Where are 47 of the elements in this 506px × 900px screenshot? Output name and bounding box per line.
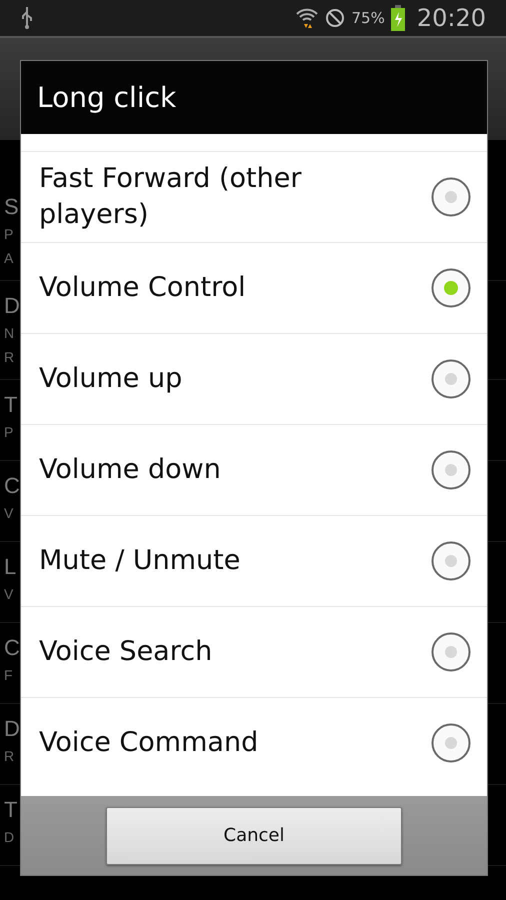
radio-button[interactable]	[431, 632, 471, 672]
option-label: Volume down	[39, 453, 221, 487]
battery-icon	[390, 5, 405, 31]
battery-percent: 75%	[351, 9, 385, 27]
option-label: Mute / Unmute	[39, 544, 240, 578]
list-item-summary: V	[4, 585, 14, 604]
list-item-title: T	[4, 796, 18, 824]
list-item-title: D	[4, 292, 20, 320]
list-item-summary: A	[4, 249, 14, 268]
list-item-title: L	[4, 553, 16, 581]
option-label: Voice Command	[39, 726, 258, 760]
list-item-title: S	[4, 193, 19, 221]
usb-icon	[20, 6, 34, 30]
option-row[interactable]: Volume Control	[21, 242, 487, 333]
cancel-button[interactable]: Cancel	[106, 806, 402, 864]
list-item-summary: N	[4, 324, 14, 343]
list-item-title: C	[4, 634, 20, 662]
list-item-summary: R	[4, 348, 14, 367]
option-label: Volume up	[39, 362, 182, 396]
radio-button[interactable]	[431, 450, 471, 490]
list-item-summary: F	[4, 666, 13, 685]
option-row[interactable]: Volume up	[21, 333, 487, 424]
radio-button[interactable]	[431, 177, 471, 217]
list-item-title: T	[4, 391, 18, 419]
list-item-summary: D	[4, 828, 14, 847]
dialog-title: Long click	[37, 81, 176, 114]
blocked-icon	[325, 8, 346, 28]
list-item-summary: P	[4, 423, 14, 442]
option-label: Voice Search	[39, 635, 212, 669]
list-item-summary: R	[4, 747, 14, 766]
option-row[interactable]: Voice Command	[21, 697, 487, 788]
radio-button[interactable]	[431, 541, 471, 581]
list-item-title: D	[4, 715, 20, 743]
radio-button[interactable]	[431, 359, 471, 399]
option-row[interactable]: Volume down	[21, 424, 487, 515]
list-item-summary: P	[4, 225, 14, 244]
radio-button[interactable]	[431, 268, 471, 308]
option-row[interactable]: Voice Search	[21, 606, 487, 697]
radio-button[interactable]	[431, 723, 471, 763]
clock: 20:20	[416, 4, 486, 32]
list-item-summary: V	[4, 504, 14, 523]
option-row[interactable]: Fast Forward (other players)	[21, 151, 487, 242]
wifi-icon	[295, 6, 320, 30]
option-row[interactable]: Mute / Unmute	[21, 515, 487, 606]
option-label: Fast Forward (other players)	[39, 162, 302, 232]
option-label: Volume Control	[39, 271, 246, 305]
list-item-title: C	[4, 472, 20, 500]
